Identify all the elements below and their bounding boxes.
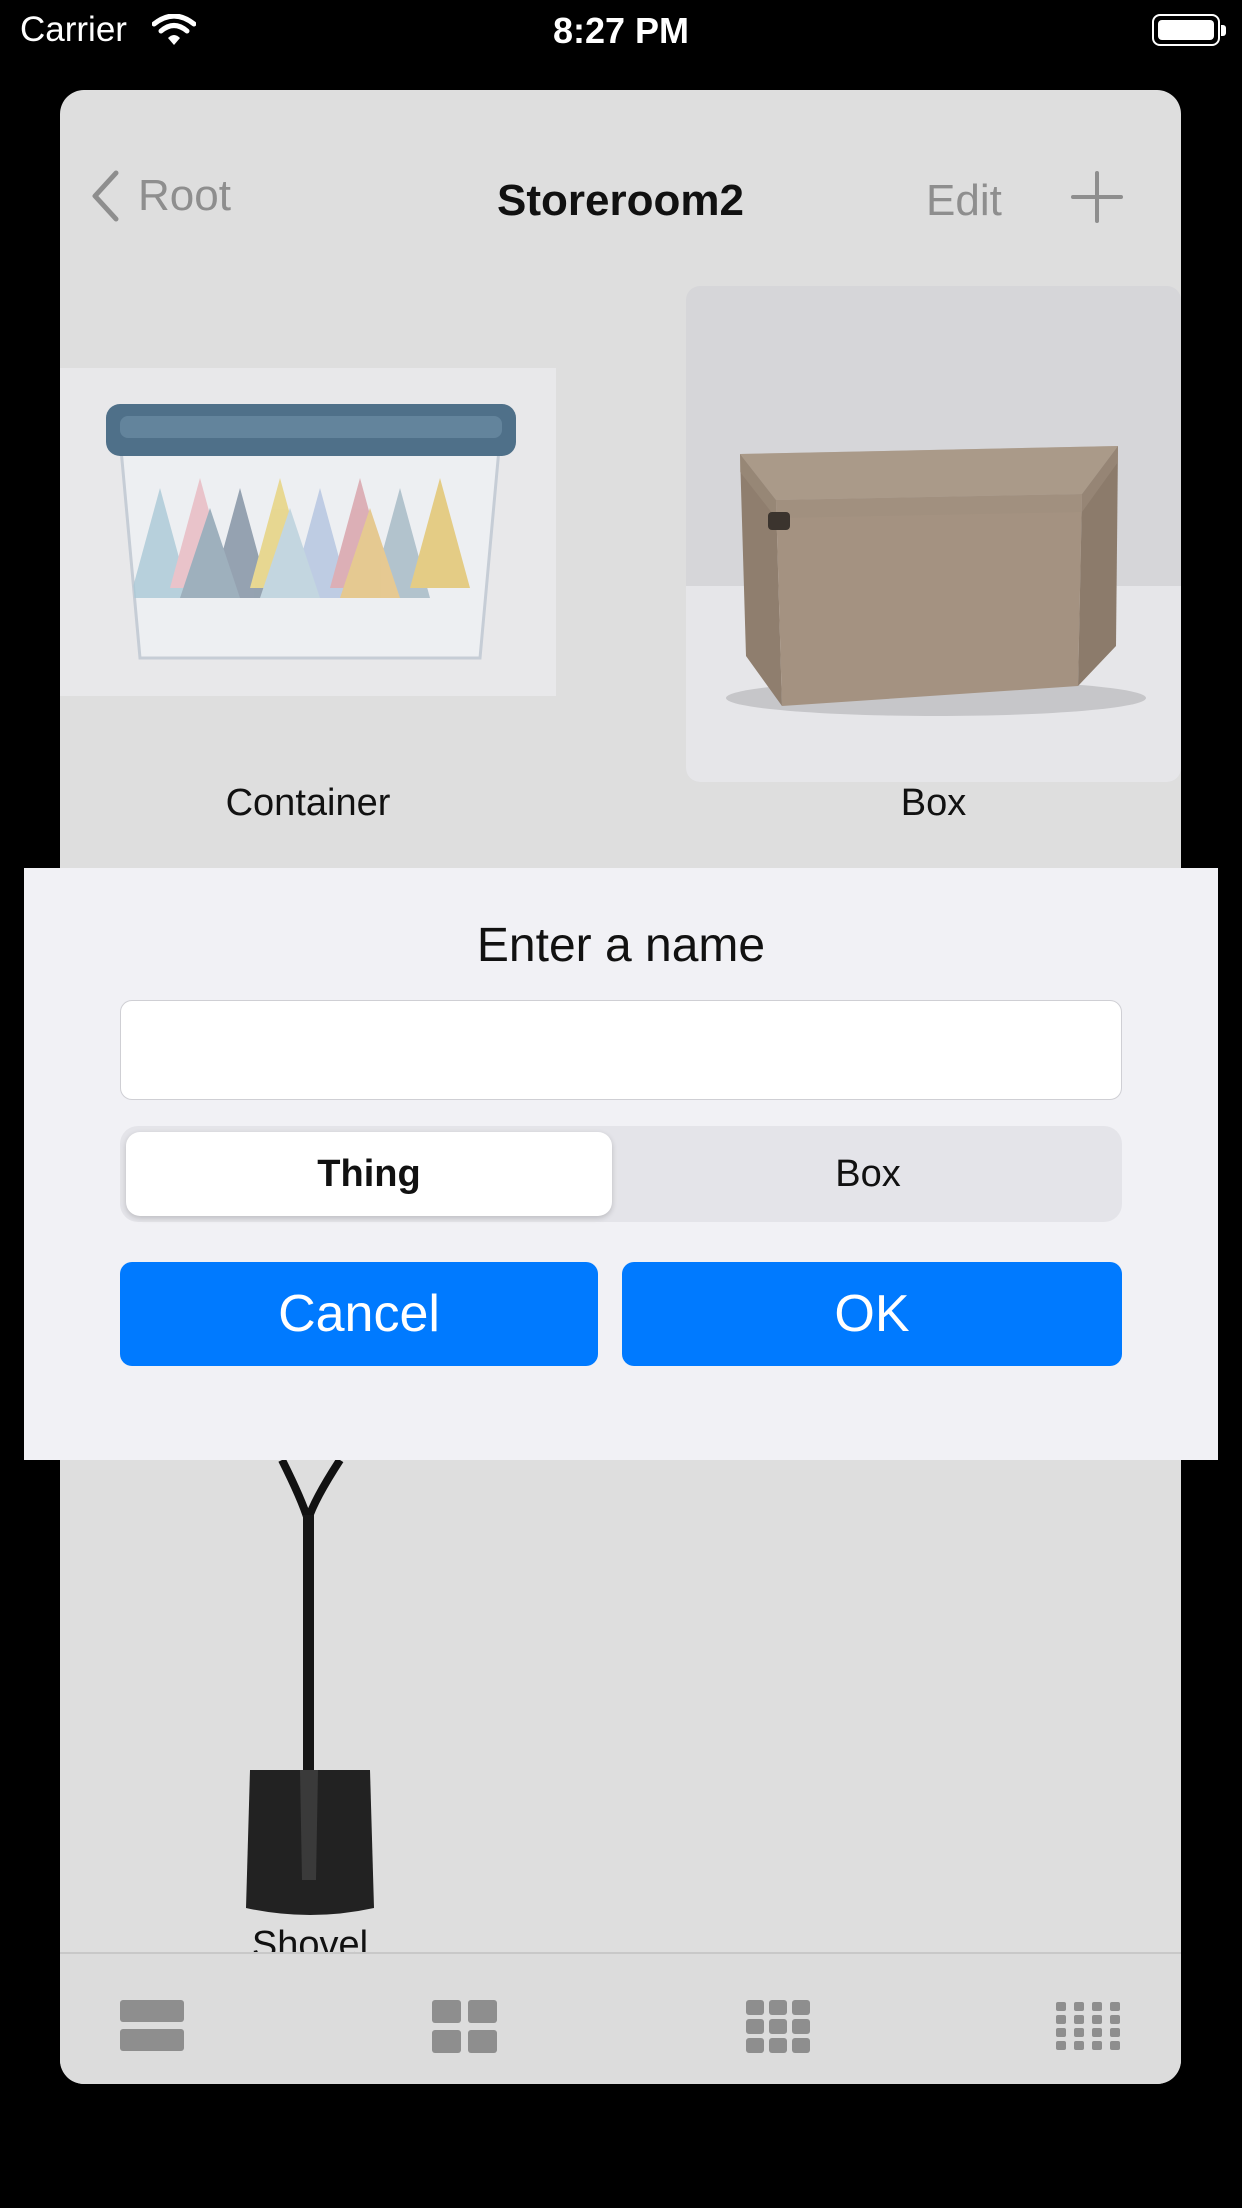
bottom-toolbar <box>60 1952 1181 2084</box>
name-dialog: Enter a name Thing Box Cancel OK <box>24 868 1218 1460</box>
shovel-image[interactable] <box>240 1457 380 1930</box>
segment-box[interactable]: Box <box>620 1132 1116 1216</box>
status-time: 8:27 PM <box>552 10 690 51</box>
navigation-bar: Root Storeroom2 Edit <box>60 90 1181 270</box>
dialog-title: Enter a name <box>476 919 766 972</box>
battery-icon <box>1152 14 1226 46</box>
grid-3-col-icon[interactable] <box>746 2000 810 2059</box>
edit-button[interactable]: Edit <box>926 176 1002 226</box>
grid-1-col-icon[interactable] <box>120 2000 184 2057</box>
grid-2-col-icon[interactable] <box>432 2000 498 2059</box>
cancel-button[interactable]: Cancel <box>120 1262 598 1366</box>
grid-4-col-icon[interactable] <box>1056 2002 1120 2055</box>
status-bar: Carrier 8:27 PM <box>0 0 1242 62</box>
plus-icon <box>1071 171 1123 223</box>
ok-button[interactable]: OK <box>622 1262 1122 1366</box>
box-image[interactable] <box>686 286 1181 782</box>
name-input[interactable] <box>120 1000 1122 1100</box>
page-title: Storeroom2 <box>497 176 744 225</box>
segment-thing[interactable]: Thing <box>126 1132 612 1216</box>
container-image[interactable] <box>60 368 556 696</box>
type-segmented-control[interactable]: Thing Box <box>120 1126 1122 1222</box>
box-label: Box <box>900 782 967 824</box>
container-label: Container <box>225 782 391 824</box>
add-button[interactable] <box>1070 170 1124 229</box>
